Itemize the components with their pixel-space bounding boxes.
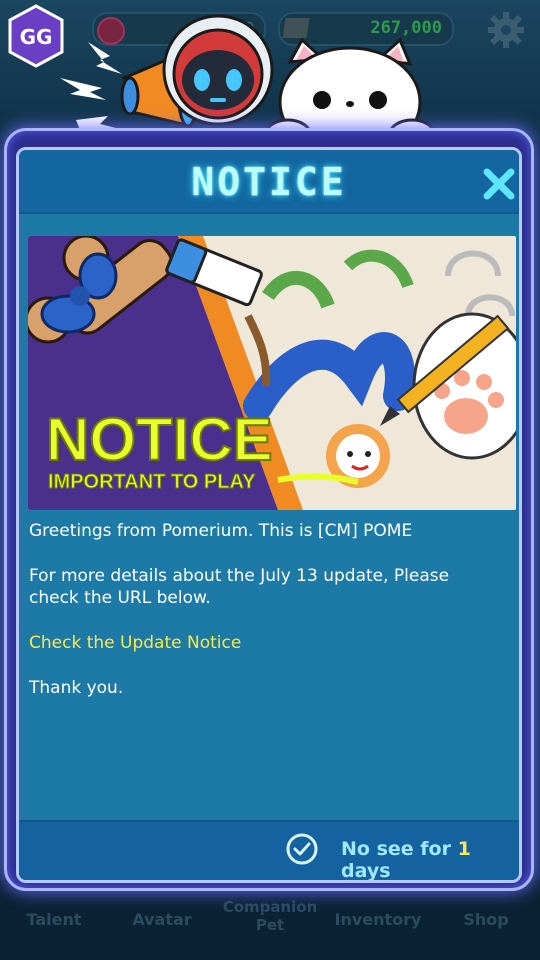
no-see-toggle-label[interactable]: No see for 1 days <box>341 838 519 882</box>
message-details: For more details about the July 13 updat… <box>29 566 450 608</box>
lightning-icon <box>88 42 122 74</box>
notice-dialog-panel: NOTICE NOTICE IMPORTANT TO PLAY Greeting… <box>16 147 522 883</box>
checkmark-circle-icon[interactable] <box>285 832 319 866</box>
no-see-suffix: days <box>341 860 391 882</box>
dialog-header: NOTICE <box>19 150 519 214</box>
banner-subline: IMPORTANT TO PLAY <box>48 471 256 493</box>
nav-companion-pet[interactable]: Companion Pet <box>215 898 325 934</box>
nav-inventory[interactable]: Inventory <box>328 910 428 929</box>
message-greeting: Greetings from Pomerium. This is [CM] PO… <box>29 521 413 541</box>
robot-mascot <box>162 14 274 126</box>
dialog-title: NOTICE <box>191 160 347 204</box>
banner-artwork: NOTICE IMPORTANT TO PLAY <box>28 236 516 510</box>
gear-icon[interactable] <box>486 10 526 50</box>
banner-headline: NOTICE <box>46 406 273 473</box>
no-see-prefix: No see for <box>341 838 451 860</box>
nav-avatar[interactable]: Avatar <box>112 910 212 929</box>
dialog-body: NOTICE IMPORTANT TO PLAY Greetings from … <box>19 214 519 820</box>
notice-message: Greetings from Pomerium. This is [CM] PO… <box>29 520 499 722</box>
dialog-footer: No see for 1 days <box>19 820 519 882</box>
no-see-days: 1 <box>457 838 471 860</box>
nav-shop[interactable]: Shop <box>436 910 536 929</box>
nav-talent[interactable]: Talent <box>4 910 104 929</box>
notice-banner-image: NOTICE IMPORTANT TO PLAY <box>28 236 516 510</box>
message-closing: Thank you. <box>29 678 124 698</box>
bottom-nav: Talent Avatar Companion Pet Inventory Sh… <box>0 880 540 960</box>
notice-dialog: NOTICE NOTICE IMPORTANT TO PLAY Greeting… <box>4 128 534 891</box>
update-notice-link[interactable]: Check the Update Notice <box>29 633 241 653</box>
close-icon[interactable] <box>479 164 519 204</box>
